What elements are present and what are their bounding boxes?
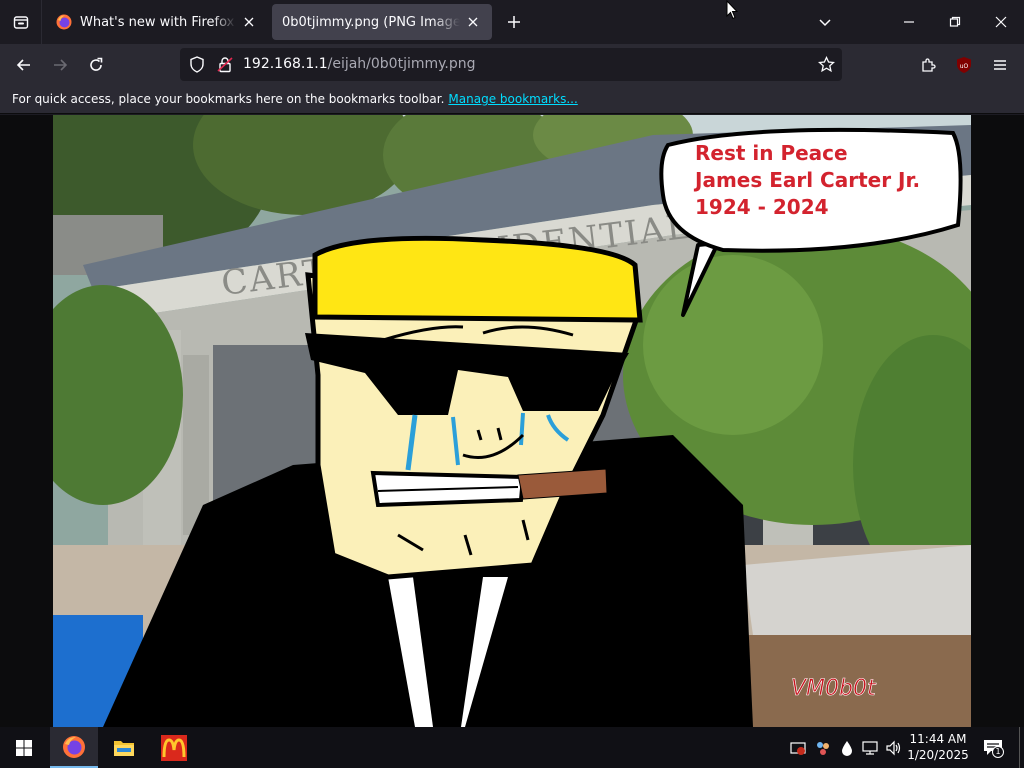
arrow-left-icon	[16, 59, 30, 71]
new-tab-button[interactable]	[502, 10, 526, 34]
tray-droplet-icon[interactable]	[838, 739, 856, 757]
tab-title: What's new with Firefox	[80, 14, 235, 30]
reload-button[interactable]	[82, 51, 110, 79]
shield-icon[interactable]	[189, 56, 205, 73]
folder-icon	[114, 740, 134, 756]
bookmarks-hint-text: For quick access, place your bookmarks h…	[12, 92, 445, 106]
start-button[interactable]	[0, 727, 48, 768]
puzzle-icon	[922, 58, 936, 72]
ublock-icon: uO	[957, 57, 971, 73]
navigation-toolbar: 192.168.1.1/eijah/0b0tjimmy.png uO	[0, 44, 1024, 86]
minimize-icon	[904, 21, 914, 23]
tab-whats-new[interactable]: What's new with Firefox	[46, 4, 268, 40]
meme-drawing: CARTER PRESIDENTIAL	[53, 115, 971, 727]
bookmarks-toolbar: For quick access, place your bookmarks h…	[0, 86, 1024, 114]
close-icon	[995, 16, 1007, 28]
displayed-image[interactable]: CARTER PRESIDENTIAL	[53, 115, 971, 727]
url-host: 192.168.1.1	[243, 56, 328, 72]
volume-icon[interactable]	[885, 739, 903, 757]
address-bar[interactable]: 192.168.1.1/eijah/0b0tjimmy.png	[180, 48, 842, 81]
firefox-icon	[63, 735, 85, 758]
windows-logo-icon	[16, 739, 32, 756]
tray-security-icon[interactable]	[789, 739, 807, 757]
taskbar-mcdonalds[interactable]	[150, 727, 198, 768]
reload-icon	[90, 57, 103, 71]
notification-count-badge: 1	[992, 746, 1004, 758]
action-center-button[interactable]: 1	[982, 737, 1004, 759]
artist-signature: VM0b0t	[791, 676, 877, 701]
plus-icon	[508, 16, 520, 28]
image-viewport: CARTER PRESIDENTIAL	[0, 115, 1024, 727]
network-icon[interactable]	[861, 739, 879, 757]
hamburger-menu-icon	[994, 60, 1006, 70]
chevron-down-icon	[819, 19, 831, 27]
tab-strip: What's new with Firefox 0b0tjimmy.png (P…	[0, 0, 1024, 44]
tray-people-icon[interactable]	[814, 739, 832, 757]
arrow-right-icon	[54, 59, 68, 71]
close-tab-icon[interactable]	[240, 13, 258, 31]
insecure-lock-icon[interactable]	[217, 56, 233, 73]
clock-date: 1/20/2025	[907, 748, 969, 762]
taskbar-file-explorer[interactable]	[100, 727, 148, 768]
firefox-view-icon	[13, 16, 28, 29]
restore-button[interactable]	[932, 0, 978, 44]
forward-button[interactable]	[46, 51, 74, 79]
svg-text:uO: uO	[960, 63, 969, 70]
mcdonalds-icon	[161, 734, 187, 761]
tab-image[interactable]: 0b0tjimmy.png (PNG Image, 918 × 612 pixe…	[272, 4, 492, 40]
menu-button[interactable]	[986, 51, 1014, 79]
extensions-button[interactable]	[914, 51, 942, 79]
firefox-view-button[interactable]	[0, 0, 42, 44]
minimize-button[interactable]	[886, 0, 932, 44]
ublock-origin-button[interactable]: uO	[950, 51, 978, 79]
windows-taskbar: 11:44 AM 1/20/2025 1	[0, 727, 1024, 768]
speech-line-2: James Earl Carter Jr.	[693, 168, 920, 192]
list-all-tabs-button[interactable]	[802, 0, 848, 44]
system-clock[interactable]: 11:44 AM 1/20/2025	[903, 731, 973, 763]
clock-time: 11:44 AM	[909, 732, 967, 746]
close-tab-icon[interactable]	[464, 13, 482, 31]
manage-bookmarks-link[interactable]: Manage bookmarks...	[448, 92, 577, 106]
restore-icon	[949, 16, 961, 27]
back-button[interactable]	[10, 51, 38, 79]
bookmark-star-icon[interactable]	[818, 56, 835, 73]
url-path: /eijah/0b0tjimmy.png	[327, 56, 476, 72]
close-window-button[interactable]	[978, 0, 1024, 44]
speech-line-3: 1924 - 2024	[695, 195, 829, 219]
taskbar-firefox[interactable]	[50, 727, 98, 768]
firefox-icon	[56, 14, 72, 30]
speech-line-1: Rest in Peace	[695, 141, 848, 165]
mouse-cursor-icon	[726, 0, 738, 20]
show-desktop-button[interactable]	[1019, 727, 1024, 768]
tab-title: 0b0tjimmy.png (PNG Image, 918 × 612 pixe…	[282, 14, 460, 30]
url-text[interactable]: 192.168.1.1/eijah/0b0tjimmy.png	[243, 56, 476, 72]
